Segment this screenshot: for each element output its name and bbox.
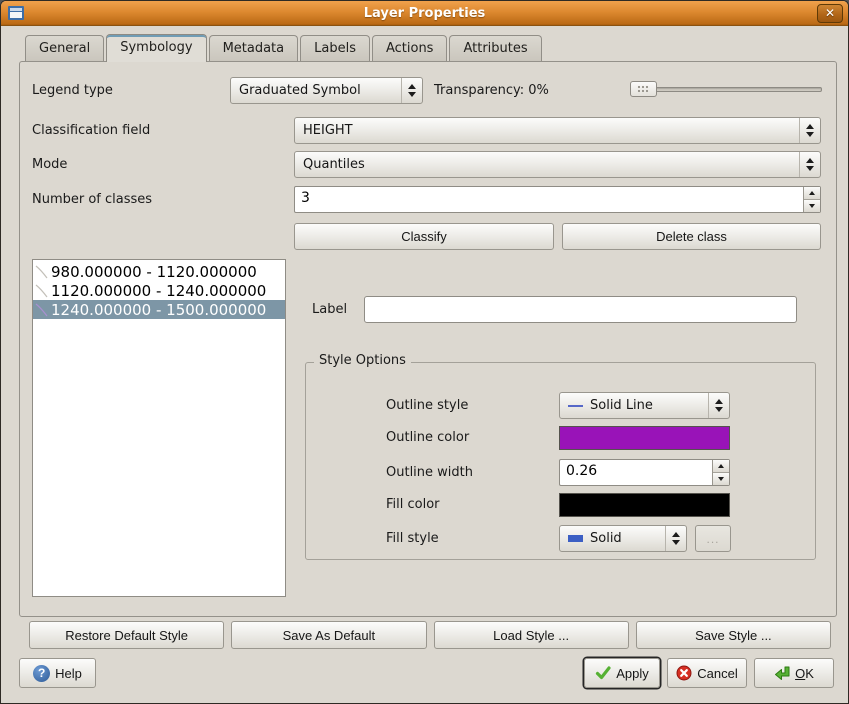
slider-track[interactable] — [630, 87, 822, 92]
outline-width-label: Outline width — [386, 459, 473, 486]
outline-width-spinbox[interactable]: 0.26 — [559, 459, 730, 486]
close-button[interactable]: ✕ — [817, 4, 843, 23]
save-as-default-button[interactable]: Save As Default — [231, 621, 426, 649]
combo-arrows-icon — [665, 526, 686, 551]
fill-style-label: Fill style — [386, 525, 439, 552]
help-icon: ? — [33, 665, 50, 682]
slider-handle[interactable] — [630, 81, 657, 97]
transparency-slider — [630, 81, 822, 98]
legend-type-value: Graduated Symbol — [239, 83, 361, 98]
fill-color-swatch-button[interactable] — [559, 493, 730, 517]
class-list-item-selected[interactable]: 1240.000000 - 1500.000000 — [33, 300, 285, 319]
combo-arrows-icon — [799, 152, 820, 177]
spin-up-button[interactable] — [713, 460, 729, 473]
number-of-classes-spinbox[interactable]: 3 — [294, 186, 821, 213]
classification-field-value: HEIGHT — [303, 123, 353, 138]
class-list-item[interactable]: 980.000000 - 1120.000000 — [33, 262, 285, 281]
label-field-label: Label — [312, 296, 347, 323]
legend-type-combobox[interactable]: Graduated Symbol — [230, 77, 423, 104]
symbology-panel: Legend type Graduated Symbol Transparenc… — [19, 61, 837, 617]
save-style-button[interactable]: Save Style ... — [636, 621, 831, 649]
style-options-title: Style Options — [314, 353, 411, 368]
mode-combobox[interactable]: Quantiles — [294, 151, 821, 178]
class-range-label: 1120.000000 - 1240.000000 — [51, 282, 266, 300]
style-button-row: Restore Default Style Save As Default Lo… — [29, 621, 831, 649]
load-style-button[interactable]: Load Style ... — [434, 621, 629, 649]
outline-width-value: 0.26 — [560, 460, 712, 485]
apply-button[interactable]: Apply — [584, 658, 660, 688]
classification-field-label: Classification field — [32, 117, 150, 144]
number-of-classes-label: Number of classes — [32, 186, 152, 213]
spin-down-button[interactable] — [804, 200, 820, 212]
solid-fill-icon — [568, 535, 583, 542]
spin-up-button[interactable] — [804, 187, 820, 200]
class-range-label: 1240.000000 - 1500.000000 — [51, 301, 266, 319]
class-list-item[interactable]: 1120.000000 - 1240.000000 — [33, 281, 285, 300]
titlebar: Layer Properties ✕ — [1, 1, 848, 26]
class-range-label: 980.000000 - 1120.000000 — [51, 263, 257, 281]
mode-label: Mode — [32, 151, 67, 178]
mode-value: Quantiles — [303, 157, 365, 172]
outline-style-value: Solid Line — [590, 398, 653, 413]
delete-class-button[interactable]: Delete class — [562, 223, 821, 250]
cancel-button[interactable]: Cancel — [667, 658, 747, 688]
tab-general[interactable]: General — [25, 35, 104, 61]
number-of-classes-value: 3 — [295, 187, 803, 212]
fill-style-value: Solid — [590, 531, 622, 546]
cancel-x-icon — [676, 665, 692, 681]
ok-enter-arrow-icon — [774, 665, 790, 681]
combo-arrows-icon — [799, 118, 820, 143]
spin-down-button[interactable] — [713, 473, 729, 485]
help-button[interactable]: ? Help — [19, 658, 96, 688]
classification-field-combobox[interactable]: HEIGHT — [294, 117, 821, 144]
tab-metadata[interactable]: Metadata — [209, 35, 299, 61]
fill-color-label: Fill color — [386, 491, 440, 518]
outline-style-label: Outline style — [386, 392, 468, 419]
grip-dots-icon — [637, 85, 650, 94]
style-options-group: Style Options Outline style Solid Line O… — [305, 362, 816, 560]
window-title: Layer Properties — [1, 6, 848, 21]
label-input[interactable] — [364, 296, 797, 323]
fill-style-combobox[interactable]: Solid — [559, 525, 687, 552]
restore-default-style-button[interactable]: Restore Default Style — [29, 621, 224, 649]
layer-properties-dialog: Layer Properties ✕ General Symbology Met… — [0, 0, 849, 704]
tab-bar: General Symbology Metadata Labels Action… — [25, 34, 544, 61]
ok-button[interactable]: OK — [754, 658, 834, 688]
combo-arrows-icon — [708, 393, 729, 418]
combo-arrows-icon — [401, 78, 422, 103]
tab-actions[interactable]: Actions — [372, 35, 448, 61]
legend-type-label: Legend type — [32, 77, 113, 104]
tab-symbology[interactable]: Symbology — [106, 34, 206, 62]
outline-style-combobox[interactable]: Solid Line — [559, 392, 730, 419]
fill-style-more-button[interactable]: ... — [695, 525, 731, 552]
tab-labels[interactable]: Labels — [300, 35, 370, 61]
class-list[interactable]: 980.000000 - 1120.000000 1120.000000 - 1… — [32, 259, 286, 597]
symbol-curve-icon — [33, 283, 51, 299]
tab-attributes[interactable]: Attributes — [449, 35, 541, 61]
solid-line-icon — [568, 405, 583, 407]
outline-color-swatch-button[interactable] — [559, 426, 730, 450]
outline-color-label: Outline color — [386, 424, 469, 451]
symbol-curve-icon — [33, 264, 51, 280]
apply-check-icon — [595, 665, 611, 681]
symbol-curve-icon — [33, 302, 51, 318]
transparency-label: Transparency: 0% — [434, 77, 549, 104]
classify-button[interactable]: Classify — [294, 223, 554, 250]
